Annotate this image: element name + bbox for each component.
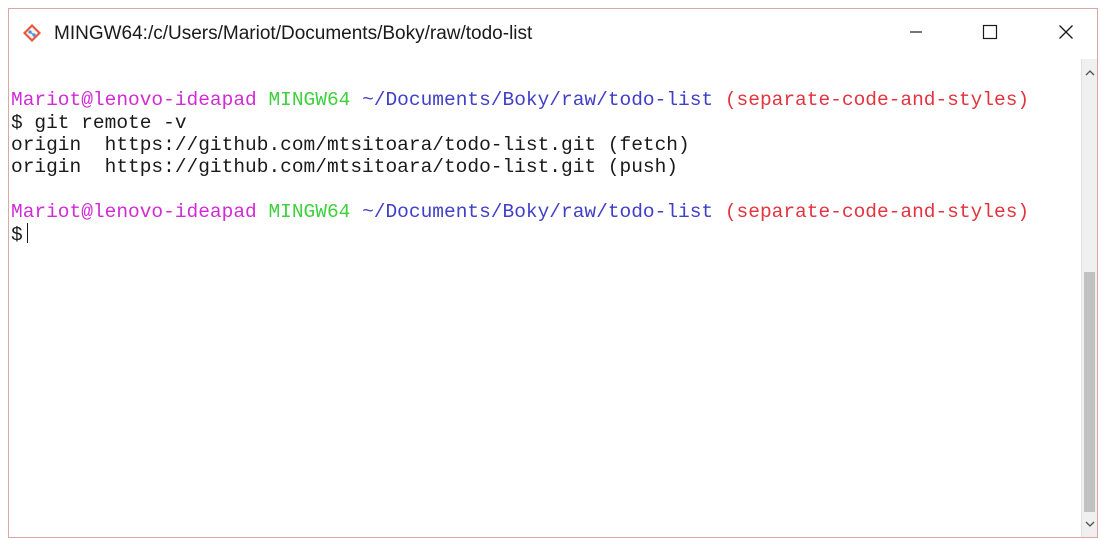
chevron-up-icon bbox=[1085, 63, 1095, 81]
prompt-line: Mariot@lenovo-ideapad MINGW64 ~/Document… bbox=[11, 201, 1029, 223]
prompt-line: Mariot@lenovo-ideapad MINGW64 ~/Document… bbox=[11, 89, 1029, 111]
prompt-path: ~/Documents/Boky/raw/todo-list bbox=[362, 201, 714, 223]
minimize-icon bbox=[909, 25, 923, 44]
text-cursor bbox=[26, 223, 28, 243]
prompt-branch: (separate-code-and-styles) bbox=[724, 201, 1030, 223]
git-bash-icon[interactable] bbox=[22, 23, 42, 43]
title-bar[interactable]: MINGW64:/c/Users/Mariot/Documents/Boky/r… bbox=[9, 9, 1097, 59]
chevron-down-icon bbox=[1085, 515, 1095, 533]
output-line: origin https://github.com/mtsitoara/todo… bbox=[11, 156, 679, 178]
prompt-user: Mariot@lenovo-ideapad bbox=[11, 201, 257, 223]
terminal-window: MINGW64:/c/Users/Mariot/Documents/Boky/r… bbox=[8, 8, 1098, 538]
maximize-icon bbox=[982, 24, 998, 45]
prompt-host: MINGW64 bbox=[268, 201, 351, 223]
output-line: origin https://github.com/mtsitoara/todo… bbox=[11, 134, 690, 156]
command-line: $ git remote -v bbox=[11, 112, 187, 134]
close-icon bbox=[1058, 24, 1074, 45]
window-title: MINGW64:/c/Users/Mariot/Documents/Boky/r… bbox=[54, 23, 533, 44]
scroll-up-button[interactable] bbox=[1082, 63, 1097, 81]
maximize-button[interactable] bbox=[957, 9, 1023, 59]
input-line[interactable]: $ bbox=[11, 223, 28, 246]
prompt-user: Mariot@lenovo-ideapad bbox=[11, 89, 257, 111]
prompt-path: ~/Documents/Boky/raw/todo-list bbox=[362, 89, 714, 111]
minimize-button[interactable] bbox=[883, 9, 949, 59]
vertical-scrollbar[interactable] bbox=[1081, 59, 1097, 537]
prompt-branch: (separate-code-and-styles) bbox=[724, 89, 1030, 111]
close-button[interactable] bbox=[1033, 9, 1099, 59]
scroll-down-button[interactable] bbox=[1082, 515, 1097, 533]
scrollbar-thumb[interactable] bbox=[1084, 272, 1095, 512]
prompt-host: MINGW64 bbox=[268, 89, 351, 111]
terminal-area[interactable]: Mariot@lenovo-ideapad MINGW64 ~/Document… bbox=[9, 59, 1081, 537]
input-prompt: $ bbox=[11, 224, 23, 246]
